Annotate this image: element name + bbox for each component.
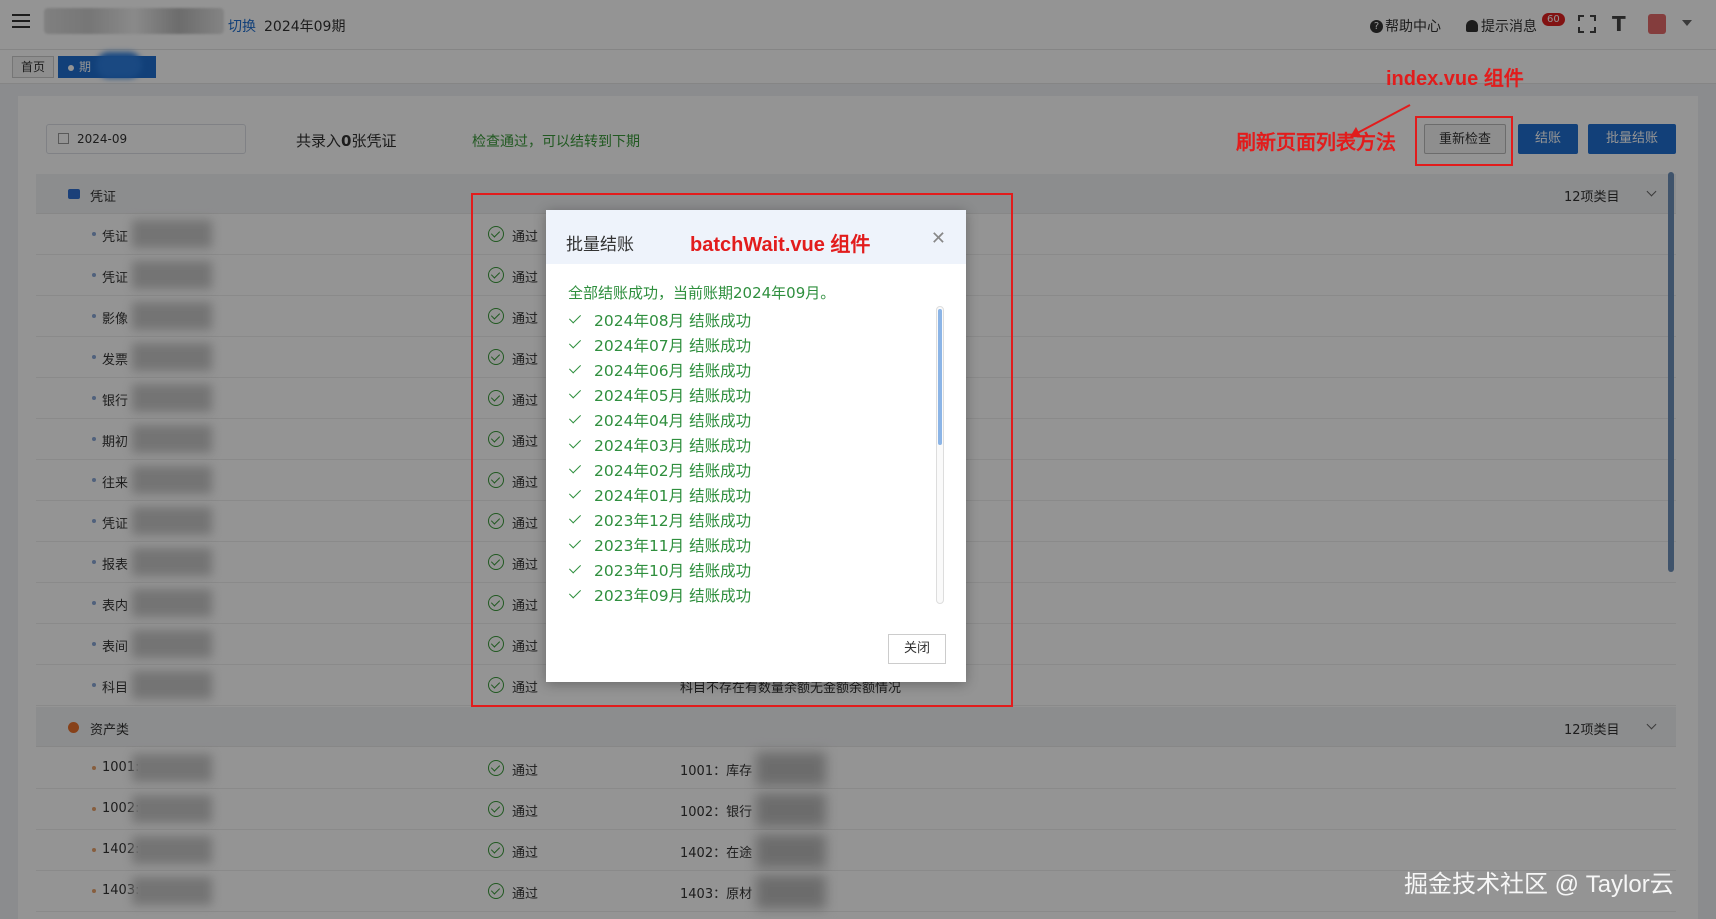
annotation-box-dialog	[471, 193, 1013, 707]
annotation-box-recheck	[1415, 116, 1513, 166]
watermark: 掘金技术社区 @ Taylor云	[1404, 871, 1674, 898]
annotation-refresh-method: 刷新页面列表方法	[1236, 132, 1396, 154]
annotation-batchwait-vue: batchWait.vue 组件	[690, 234, 871, 256]
annotation-index-vue: index.vue 组件	[1386, 68, 1524, 90]
